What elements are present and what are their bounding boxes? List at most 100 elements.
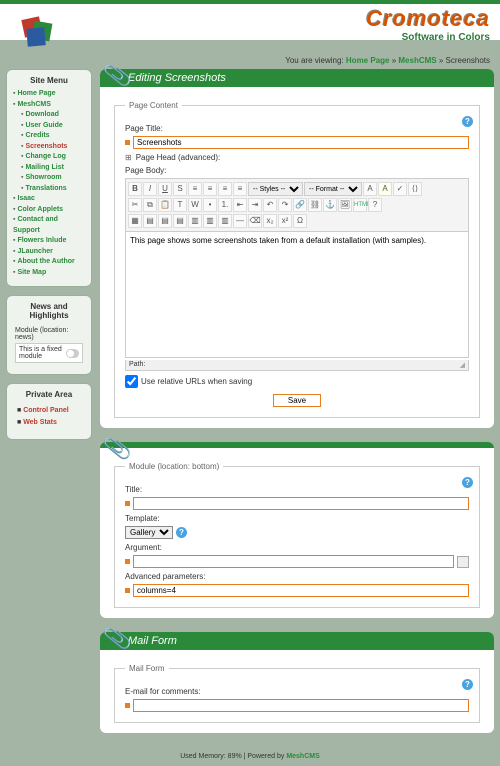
html-icon[interactable]: HTML [353,198,367,212]
site-menu-title: Site Menu [13,74,85,89]
private-link-web-stats[interactable]: Web Stats [23,419,57,426]
paste-icon[interactable]: 📋 [158,198,172,212]
paste-text-icon[interactable]: T [173,198,187,212]
relative-urls-checkbox[interactable] [125,375,138,388]
sidebar-item[interactable]: Translations [25,185,66,192]
sidebar-item[interactable]: Mailing List [25,164,64,171]
sidebar-item[interactable]: Isaac [17,195,35,202]
private-area-panel: Private Area Control Panel Web Stats [6,383,92,440]
sidebar-item[interactable]: Change Log [25,153,65,160]
module-card: 📎 Module (location: bottom) ? Title: Tem… [100,442,494,618]
paste-word-icon[interactable]: W [188,198,202,212]
align-center-icon[interactable]: ≡ [203,182,217,196]
paperclip-icon: 📎 [102,61,134,91]
breadcrumb-link[interactable]: Home Page [346,56,390,65]
underline-icon[interactable]: U [158,182,172,196]
char-icon[interactable]: Ω [293,214,307,228]
redo-icon[interactable]: ↷ [278,198,292,212]
row-after-icon[interactable]: ▤ [158,214,172,228]
paperclip-icon: 📎 [102,434,134,464]
help-icon[interactable]: ? [462,116,473,127]
footer: Used Memory: 89% | Powered by MeshCMS [0,747,500,766]
sidebar-item[interactable]: Home Page [17,90,55,97]
row-before-icon[interactable]: ▤ [143,214,157,228]
sidebar-item[interactable]: Flowers Inlude [17,237,66,244]
sidebar-item[interactable]: Color Applets [17,206,63,213]
help-icon[interactable]: ? [176,527,187,538]
format-select[interactable]: -- Format -- [304,182,362,196]
bgcolor-icon[interactable]: A [378,182,392,196]
help-icon[interactable]: ? [462,477,473,488]
del-row-icon[interactable]: ▤ [173,214,187,228]
table-icon[interactable]: ▦ [128,214,142,228]
undo-icon[interactable]: ↶ [263,198,277,212]
cut-icon[interactable]: ✂ [128,198,142,212]
fixed-module-toggle[interactable] [66,349,79,358]
editing-heading: Editing Screenshots [100,69,494,87]
sidebar-item[interactable]: User Guide [25,122,62,129]
save-button[interactable]: Save [273,394,321,407]
sidebar-item[interactable]: Screenshots [25,143,67,150]
sidebar-item[interactable]: Download [25,111,58,118]
page-body-editor[interactable]: This page shows some screenshots taken f… [125,232,469,358]
cleanup-icon[interactable]: ✓ [393,182,407,196]
sub-icon[interactable]: x₂ [263,214,277,228]
brand-name: Cromoteca [366,6,490,32]
styles-select[interactable]: -- Styles -- [248,182,303,196]
module-title-input[interactable] [133,497,469,510]
page-title-input[interactable] [133,136,469,149]
col-after-icon[interactable]: ▥ [203,214,217,228]
anchor-icon[interactable]: ⚓ [323,198,337,212]
italic-icon[interactable]: I [143,182,157,196]
sidebar-item[interactable]: JLauncher [17,248,52,255]
sup-icon[interactable]: x² [278,214,292,228]
browse-icon[interactable] [457,556,469,568]
indent-icon[interactable]: ⇥ [248,198,262,212]
image-icon[interactable]: 🖼 [338,198,352,212]
expand-icon[interactable]: ⊞ [125,153,132,162]
del-col-icon[interactable]: ▥ [218,214,232,228]
template-select[interactable]: Gallery [125,526,173,539]
breadcrumb-link[interactable]: MeshCMS [398,56,436,65]
resize-handle-icon[interactable]: ◢ [460,361,465,369]
strike-icon[interactable]: S [173,182,187,196]
sidebar-item[interactable]: Credits [25,132,49,139]
color-icon[interactable]: A [363,182,377,196]
number-list-icon[interactable]: 1. [218,198,232,212]
sidebar-item[interactable]: About the Author [17,258,74,265]
news-panel: News and Highlights Module (location: ne… [6,295,92,375]
code-icon[interactable]: ⟨⟩ [408,182,422,196]
advanced-params-input[interactable] [133,584,469,597]
remove-format-icon[interactable]: ⌫ [248,214,262,228]
private-link-control-panel[interactable]: Control Panel [23,407,69,414]
help-icon[interactable]: ? [462,679,473,690]
align-left-icon[interactable]: ≡ [188,182,202,196]
align-right-icon[interactable]: ≡ [218,182,232,196]
breadcrumb: You are viewing: Home Page » MeshCMS » S… [0,52,500,69]
site-menu-panel: Site Menu Home Page MeshCMS Download User G… [6,69,92,287]
sidebar-item[interactable]: Showroom [25,174,61,181]
sidebar-item[interactable]: Site Map [17,269,46,276]
paperclip-icon: 📎 [102,624,134,654]
sidebar-item[interactable]: Contact and Support [13,216,58,234]
footer-link[interactable]: MeshCMS [286,753,319,760]
bold-icon[interactable]: B [128,182,142,196]
outdent-icon[interactable]: ⇤ [233,198,247,212]
hr-icon[interactable]: — [233,214,247,228]
unlink-icon[interactable]: ⛓ [308,198,322,212]
copy-icon[interactable]: ⧉ [143,198,157,212]
sidebar-item[interactable]: MeshCMS [17,101,50,108]
page-title-label: Page Title: [125,124,469,133]
link-icon[interactable]: 🔗 [293,198,307,212]
align-justify-icon[interactable]: ≡ [233,182,247,196]
argument-input[interactable] [133,555,454,568]
mail-card: 📎 Mail Form Mail Form ? E-mail for comme… [100,632,494,733]
logo-icon [15,12,59,52]
bullet-list-icon[interactable]: • [203,198,217,212]
email-input[interactable] [133,699,469,712]
editor-toolbar: B I U S ≡ ≡ ≡ ≡ -- Styles -- -- Format -… [125,178,469,232]
editing-card: 📎 Editing Screenshots Page Content ? Pag… [100,69,494,428]
col-before-icon[interactable]: ▥ [188,214,202,228]
brand-tagline: Software in Colors [366,32,490,43]
help2-icon[interactable]: ? [368,198,382,212]
